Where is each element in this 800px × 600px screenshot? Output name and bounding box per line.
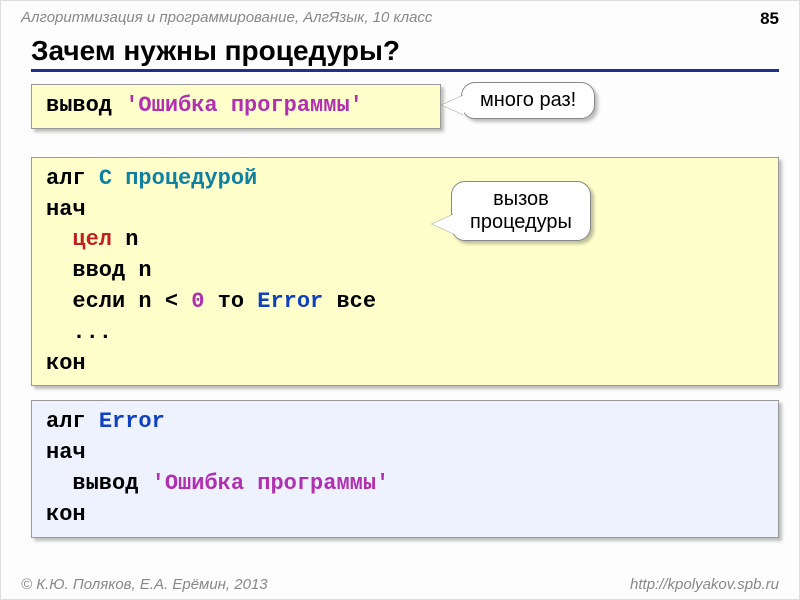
- row-example-2: алг С процедурой нач цел n ввод n если n…: [31, 157, 779, 387]
- course-title: Алгоритмизация и программирование, АлгЯз…: [21, 9, 432, 29]
- code-var: n: [112, 227, 138, 252]
- code-line: ...: [46, 320, 112, 345]
- code-string: 'Ошибка программы': [125, 93, 363, 118]
- code-name: С процедурой: [99, 166, 257, 191]
- callout-text-l1: вызов: [470, 188, 572, 211]
- callout-text-l2: процедуры: [470, 211, 572, 234]
- page-number: 85: [760, 9, 779, 29]
- code-line: ввод n: [46, 258, 152, 283]
- code-box-2: алг С процедурой нач цел n ввод n если n…: [31, 157, 779, 387]
- code-proc-name: Error: [99, 409, 165, 434]
- slide-header: Алгоритмизация и программирование, АлгЯз…: [1, 1, 799, 31]
- title-underline: [31, 69, 779, 72]
- code-box-1: вывод 'Ошибка программы': [31, 84, 441, 129]
- code-type: цел: [72, 227, 112, 252]
- slide-title: Зачем нужны процедуры?: [31, 35, 779, 67]
- slide-content: вывод 'Ошибка программы' много раз! алг …: [1, 84, 799, 538]
- code-kw: нач: [46, 440, 86, 465]
- callout-text: много раз!: [480, 89, 576, 111]
- code-line: то: [204, 289, 257, 314]
- code-kw: кон: [46, 502, 86, 527]
- footer-authors: © К.Ю. Поляков, Е.А. Ерёмин, 2013: [21, 576, 268, 593]
- footer-url: http://kpolyakov.spb.ru: [630, 576, 779, 593]
- code-kw: алг: [46, 166, 99, 191]
- code-call: Error: [257, 289, 323, 314]
- code-box-3: алг Error нач вывод 'Ошибка программы' к…: [31, 400, 779, 537]
- code-kw: кон: [46, 351, 86, 376]
- slide-footer: © К.Ю. Поляков, Е.А. Ерёмин, 2013 http:/…: [1, 576, 799, 593]
- code-line: все: [323, 289, 376, 314]
- code-text: вывод: [46, 93, 125, 118]
- code-kw: нач: [46, 197, 86, 222]
- code-line: если n <: [46, 289, 191, 314]
- callout-tail-icon: [442, 95, 464, 115]
- code-indent: [46, 227, 72, 252]
- callout-many-times: много раз!: [461, 82, 595, 119]
- callout-tail-icon: [432, 214, 454, 234]
- callout-proc-call: вызов процедуры: [451, 181, 591, 241]
- code-number: 0: [191, 289, 204, 314]
- code-line: вывод: [46, 471, 152, 496]
- row-example-1: вывод 'Ошибка программы' много раз!: [31, 84, 779, 143]
- code-kw: алг: [46, 409, 99, 434]
- code-string: 'Ошибка программы': [152, 471, 390, 496]
